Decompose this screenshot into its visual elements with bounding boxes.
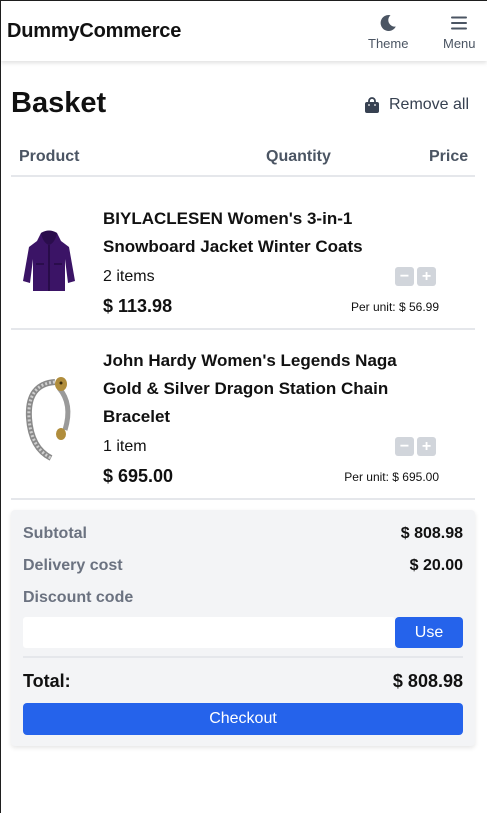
- basket-item: John Hardy Women's Legends Naga Gold & S…: [11, 330, 475, 498]
- basket-item: BIYLACLESEN Women's 3-in-1 Snowboard Jac…: [11, 176, 475, 328]
- menu-button[interactable]: Menu: [443, 13, 476, 51]
- column-header-price: Price: [429, 148, 469, 165]
- theme-label: Theme: [368, 36, 409, 51]
- menu-label: Menu: [443, 36, 476, 51]
- column-header-product: Product: [19, 148, 80, 165]
- theme-toggle-button[interactable]: Theme: [368, 13, 408, 51]
- remove-all-label: Remove all: [389, 96, 470, 113]
- discount-code-input[interactable]: [23, 617, 395, 648]
- moon-icon: [380, 14, 397, 31]
- quantity-stepper: − +: [395, 267, 436, 286]
- order-summary-card: Subtotal $ 808.98 Delivery cost $ 20.00 …: [11, 510, 475, 746]
- decrease-quantity-button[interactable]: −: [395, 267, 414, 286]
- page-title: Basket: [11, 87, 107, 119]
- item-quantity: 1 item: [103, 438, 147, 455]
- remove-all-button[interactable]: Remove all: [364, 96, 469, 114]
- column-header-quantity: Quantity: [266, 148, 331, 165]
- dragon-bracelet-image[interactable]: [21, 374, 77, 462]
- increase-quantity-button[interactable]: +: [417, 267, 436, 286]
- decrease-quantity-button[interactable]: −: [395, 437, 414, 456]
- bag-icon: [365, 96, 379, 113]
- item-quantity: 2 items: [103, 268, 155, 285]
- discount-code-label: Discount code: [23, 589, 134, 606]
- hamburger-icon: [451, 16, 468, 30]
- item-unit-price: Per unit: $ 695.00: [344, 470, 439, 484]
- summary-divider: [23, 656, 463, 658]
- top-navbar: DummyCommerce Theme Menu: [1, 1, 487, 61]
- total-label: Total:: [23, 671, 71, 691]
- delivery-cost-value: $ 20.00: [409, 557, 463, 574]
- item-title[interactable]: John Hardy Women's Legends Naga Gold & S…: [103, 347, 423, 431]
- subtotal-label: Subtotal: [23, 525, 87, 542]
- item-divider: [11, 498, 475, 500]
- item-total-price: $ 695.00: [103, 466, 174, 486]
- delivery-cost-label: Delivery cost: [23, 557, 123, 574]
- item-title[interactable]: BIYLACLESEN Women's 3-in-1 Snowboard Jac…: [103, 205, 423, 261]
- item-unit-price: Per unit: $ 56.99: [350, 300, 439, 314]
- brand-logo-text[interactable]: DummyCommerce: [7, 20, 181, 43]
- total-value: $ 808.98: [392, 671, 463, 691]
- item-total-price: $ 113.98: [103, 296, 173, 316]
- apply-discount-button[interactable]: Use: [395, 617, 463, 648]
- subtotal-value: $ 808.98: [400, 525, 463, 542]
- checkout-button[interactable]: Checkout: [23, 703, 463, 735]
- purple-jacket-image[interactable]: [21, 229, 77, 295]
- increase-quantity-button[interactable]: +: [417, 437, 436, 456]
- quantity-stepper: − +: [395, 437, 436, 456]
